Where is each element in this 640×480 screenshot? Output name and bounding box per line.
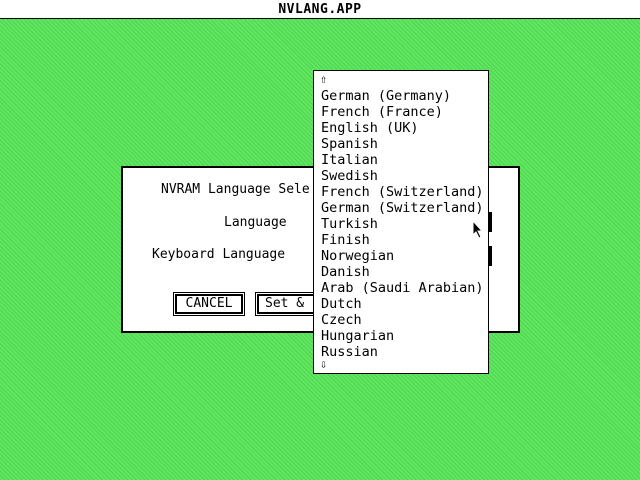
language-field[interactable] xyxy=(489,212,492,232)
menu-item-language[interactable]: French (Switzerland) xyxy=(321,184,484,200)
menu-item-language[interactable]: Hungarian xyxy=(321,328,484,344)
menu-item-language[interactable]: Czech xyxy=(321,312,484,328)
menu-item-language[interactable]: German (Germany) xyxy=(321,88,484,104)
menu-item-language[interactable]: Italian xyxy=(321,152,484,168)
menu-item-language[interactable]: Spanish xyxy=(321,136,484,152)
menu-item-language[interactable]: English (UK) xyxy=(321,120,484,136)
window-title: NVLANG.APP xyxy=(278,2,362,17)
mouse-pointer-icon xyxy=(472,220,484,239)
keyboard-language-field[interactable] xyxy=(489,246,492,266)
dialog-title: NVRAM Language Sele xyxy=(161,182,310,197)
keyboard-language-label: Keyboard Language xyxy=(152,247,286,262)
menu-item-language[interactable]: German (Switzerland) xyxy=(321,200,484,216)
menu-item-language[interactable]: Turkish xyxy=(321,216,484,232)
arrow-down-icon[interactable]: ⇩ xyxy=(320,358,327,370)
cancel-button[interactable]: CANCEL xyxy=(173,292,245,316)
menu-item-language[interactable]: French (France) xyxy=(321,104,484,120)
language-label: Language xyxy=(224,215,287,230)
menu-item-language[interactable]: Swedish xyxy=(321,168,484,184)
language-popup-menu[interactable]: ⇧ German (Germany) French (France) English… xyxy=(313,70,489,374)
menu-item-language[interactable]: Danish xyxy=(321,264,484,280)
menu-item-language[interactable]: Arab (Saudi Arabian) xyxy=(321,280,484,296)
menu-item-language[interactable]: Dutch xyxy=(321,296,484,312)
menu-item-language[interactable]: Russian xyxy=(321,344,484,360)
window-title-bar[interactable]: NVLANG.APP xyxy=(0,0,640,19)
arrow-up-icon[interactable]: ⇧ xyxy=(320,73,327,85)
menu-item-language[interactable]: Finish xyxy=(321,232,484,248)
language-list: German (Germany) French (France) English (… xyxy=(321,88,484,360)
menu-item-language[interactable]: Norwegian xyxy=(321,248,484,264)
